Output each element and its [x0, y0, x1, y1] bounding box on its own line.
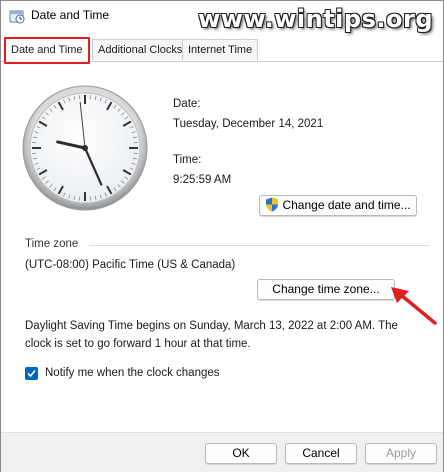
change-time-zone-button[interactable]: Change time zone... [257, 279, 395, 300]
tab-additional-clocks[interactable]: Additional Clocks [92, 39, 189, 60]
checkmark-icon [27, 369, 36, 378]
title-bar: Date and Time www.wintips.org [1, 1, 443, 33]
dst-line-1: Daylight Saving Time begins on Sunday, M… [25, 320, 398, 332]
date-label: Date: [173, 98, 201, 110]
dialog-footer: OK Cancel Apply [1, 432, 443, 472]
dst-line-2: clock is set to go forward 1 hour at tha… [25, 338, 251, 350]
red-arrow-annotation [391, 287, 437, 325]
cancel-button[interactable]: Cancel [285, 443, 357, 464]
time-zone-header: Time zone [25, 238, 79, 250]
tab-date-and-time[interactable]: Date and Time [4, 37, 90, 64]
notify-label[interactable]: Notify me when the clock changes [45, 367, 220, 379]
time-label: Time: [173, 154, 202, 166]
date-value: Tuesday, December 14, 2021 [173, 118, 324, 130]
apply-button[interactable]: Apply [365, 443, 437, 464]
clock-app-icon [9, 10, 25, 24]
tab-strip: Date and Time Additional Clocks Internet… [1, 37, 443, 64]
tab-content: Date: Tuesday, December 14, 2021 Time: 9… [1, 62, 443, 432]
time-zone-value: (UTC-08:00) Pacific Time (US & Canada) [25, 259, 236, 271]
change-date-time-button[interactable]: Change date and time... [259, 195, 417, 216]
time-value: 9:25:59 AM [173, 174, 232, 186]
section-divider [89, 245, 429, 246]
change-date-time-label: Change date and time... [282, 198, 411, 212]
ok-button[interactable]: OK [205, 443, 277, 464]
watermark: www.wintips.org [198, 5, 433, 33]
uac-shield-icon [266, 197, 279, 212]
date-time-dialog: Date and Time www.wintips.org Date and T… [0, 0, 444, 472]
window-title: Date and Time [31, 8, 110, 22]
tab-internet-time[interactable]: Internet Time [182, 39, 259, 60]
notify-checkbox[interactable] [25, 367, 38, 380]
analog-clock [22, 85, 148, 211]
